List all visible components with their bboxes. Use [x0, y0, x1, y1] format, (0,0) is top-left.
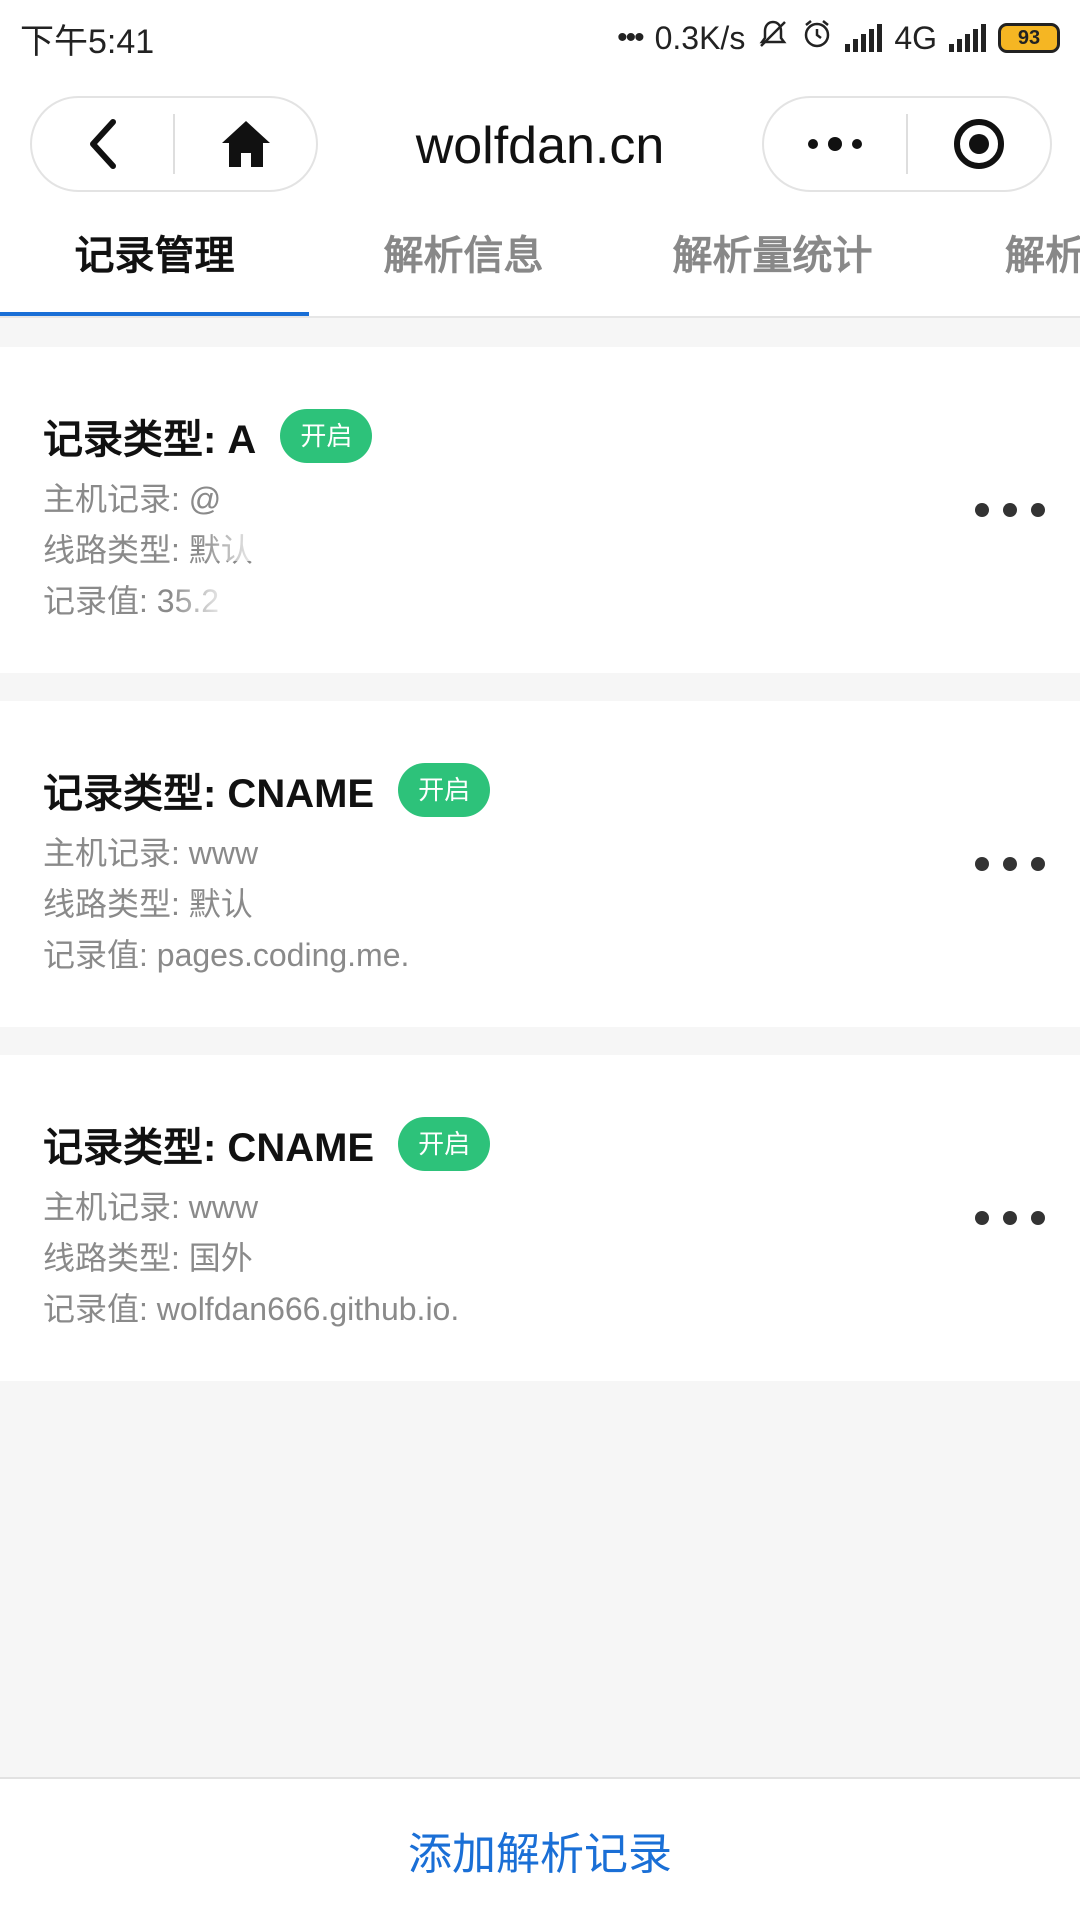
more-dot [975, 857, 989, 871]
record-line-type: 线路类型: 国外 [43, 1240, 253, 1276]
status-time: 下午5:41 [20, 22, 155, 61]
record-value: 记录值: pages.coding.me. [43, 937, 410, 973]
record-line-type: 线路类型: 默认 [43, 886, 253, 922]
more-dots-icon [808, 137, 862, 151]
record-more-button[interactable] [975, 844, 1045, 884]
status-bar: 下午5:41 ••• 0.3K/s 4G 93 [0, 0, 1080, 76]
signal-icon-2 [949, 24, 986, 52]
network-dots-icon: ••• [617, 21, 644, 54]
more-dot [975, 1211, 989, 1225]
tab-active-indicator [0, 312, 309, 316]
more-dot [1031, 857, 1045, 871]
nav-capsule-right [762, 96, 1052, 192]
tab-resolution-stats[interactable]: 解析量统计 [618, 206, 927, 316]
record-card[interactable]: 记录类型: CNAME 开启 主机记录: www 线路类型: 国外 记录值: w… [0, 1055, 1080, 1381]
record-type: 记录类型: CNAME [43, 1126, 375, 1170]
home-button[interactable] [175, 98, 316, 190]
more-dot [1031, 503, 1045, 517]
chevron-left-icon [89, 119, 116, 169]
tab-resolution-more[interactable]: 解析 [927, 206, 1080, 316]
record-more-button[interactable] [975, 490, 1045, 530]
blur-mask [170, 576, 260, 612]
status-indicators: ••• 0.3K/s 4G 93 [617, 18, 1060, 58]
mute-icon [757, 18, 789, 58]
network-type: 4G [894, 19, 937, 56]
network-speed: 0.3K/s [654, 19, 746, 56]
record-title-row: 记录类型: A 开启 [43, 407, 373, 465]
more-dot [1031, 1211, 1045, 1225]
battery-icon: 93 [998, 23, 1060, 53]
page-title: wolfdan.cn [415, 117, 665, 175]
record-more-button[interactable] [975, 1198, 1045, 1238]
more-dot [975, 503, 989, 517]
home-icon [221, 121, 270, 167]
signal-icon [845, 24, 883, 52]
record-card[interactable]: 记录类型: CNAME 开启 主机记录: www 线路类型: 默认 记录值: p… [0, 701, 1080, 1027]
tab-bar: 记录管理 解析信息 解析量统计 解析 [0, 206, 1080, 318]
record-type: 记录类型: A [43, 418, 257, 462]
more-dot [1003, 857, 1017, 871]
record-value: 记录值: wolfdan666.github.io. [43, 1291, 460, 1327]
more-menu-button[interactable] [764, 98, 906, 190]
record-host: 主机记录: @ [43, 481, 222, 517]
status-badge: 开启 [398, 763, 491, 817]
record-type: 记录类型: CNAME [43, 772, 375, 816]
record-host: 主机记录: www [43, 835, 259, 871]
add-record-button[interactable]: 添加解析记录 [408, 1818, 672, 1882]
target-close-icon [954, 119, 1004, 169]
more-dot [1003, 1211, 1017, 1225]
more-dot [1003, 503, 1017, 517]
status-badge: 开启 [280, 409, 373, 463]
tab-record-management[interactable]: 记录管理 [0, 206, 309, 316]
blur-mask [200, 525, 290, 561]
nav-capsule-left [30, 96, 318, 192]
record-title-row: 记录类型: CNAME 开启 [43, 1115, 491, 1173]
nav-bar: wolfdan.cn [0, 76, 1080, 206]
record-title-row: 记录类型: CNAME 开启 [43, 761, 491, 819]
record-host: 主机记录: www [43, 1189, 259, 1225]
back-button[interactable] [32, 98, 173, 190]
close-miniprogram-button[interactable] [908, 98, 1050, 190]
status-badge: 开启 [398, 1117, 491, 1171]
footer-bar: 添加解析记录 [0, 1777, 1080, 1920]
record-card[interactable]: 记录类型: A 开启 主机记录: @ 线路类型: 默认 记录值: 35.2 [0, 347, 1080, 673]
alarm-icon [801, 18, 833, 58]
tab-resolution-info[interactable]: 解析信息 [309, 206, 618, 316]
